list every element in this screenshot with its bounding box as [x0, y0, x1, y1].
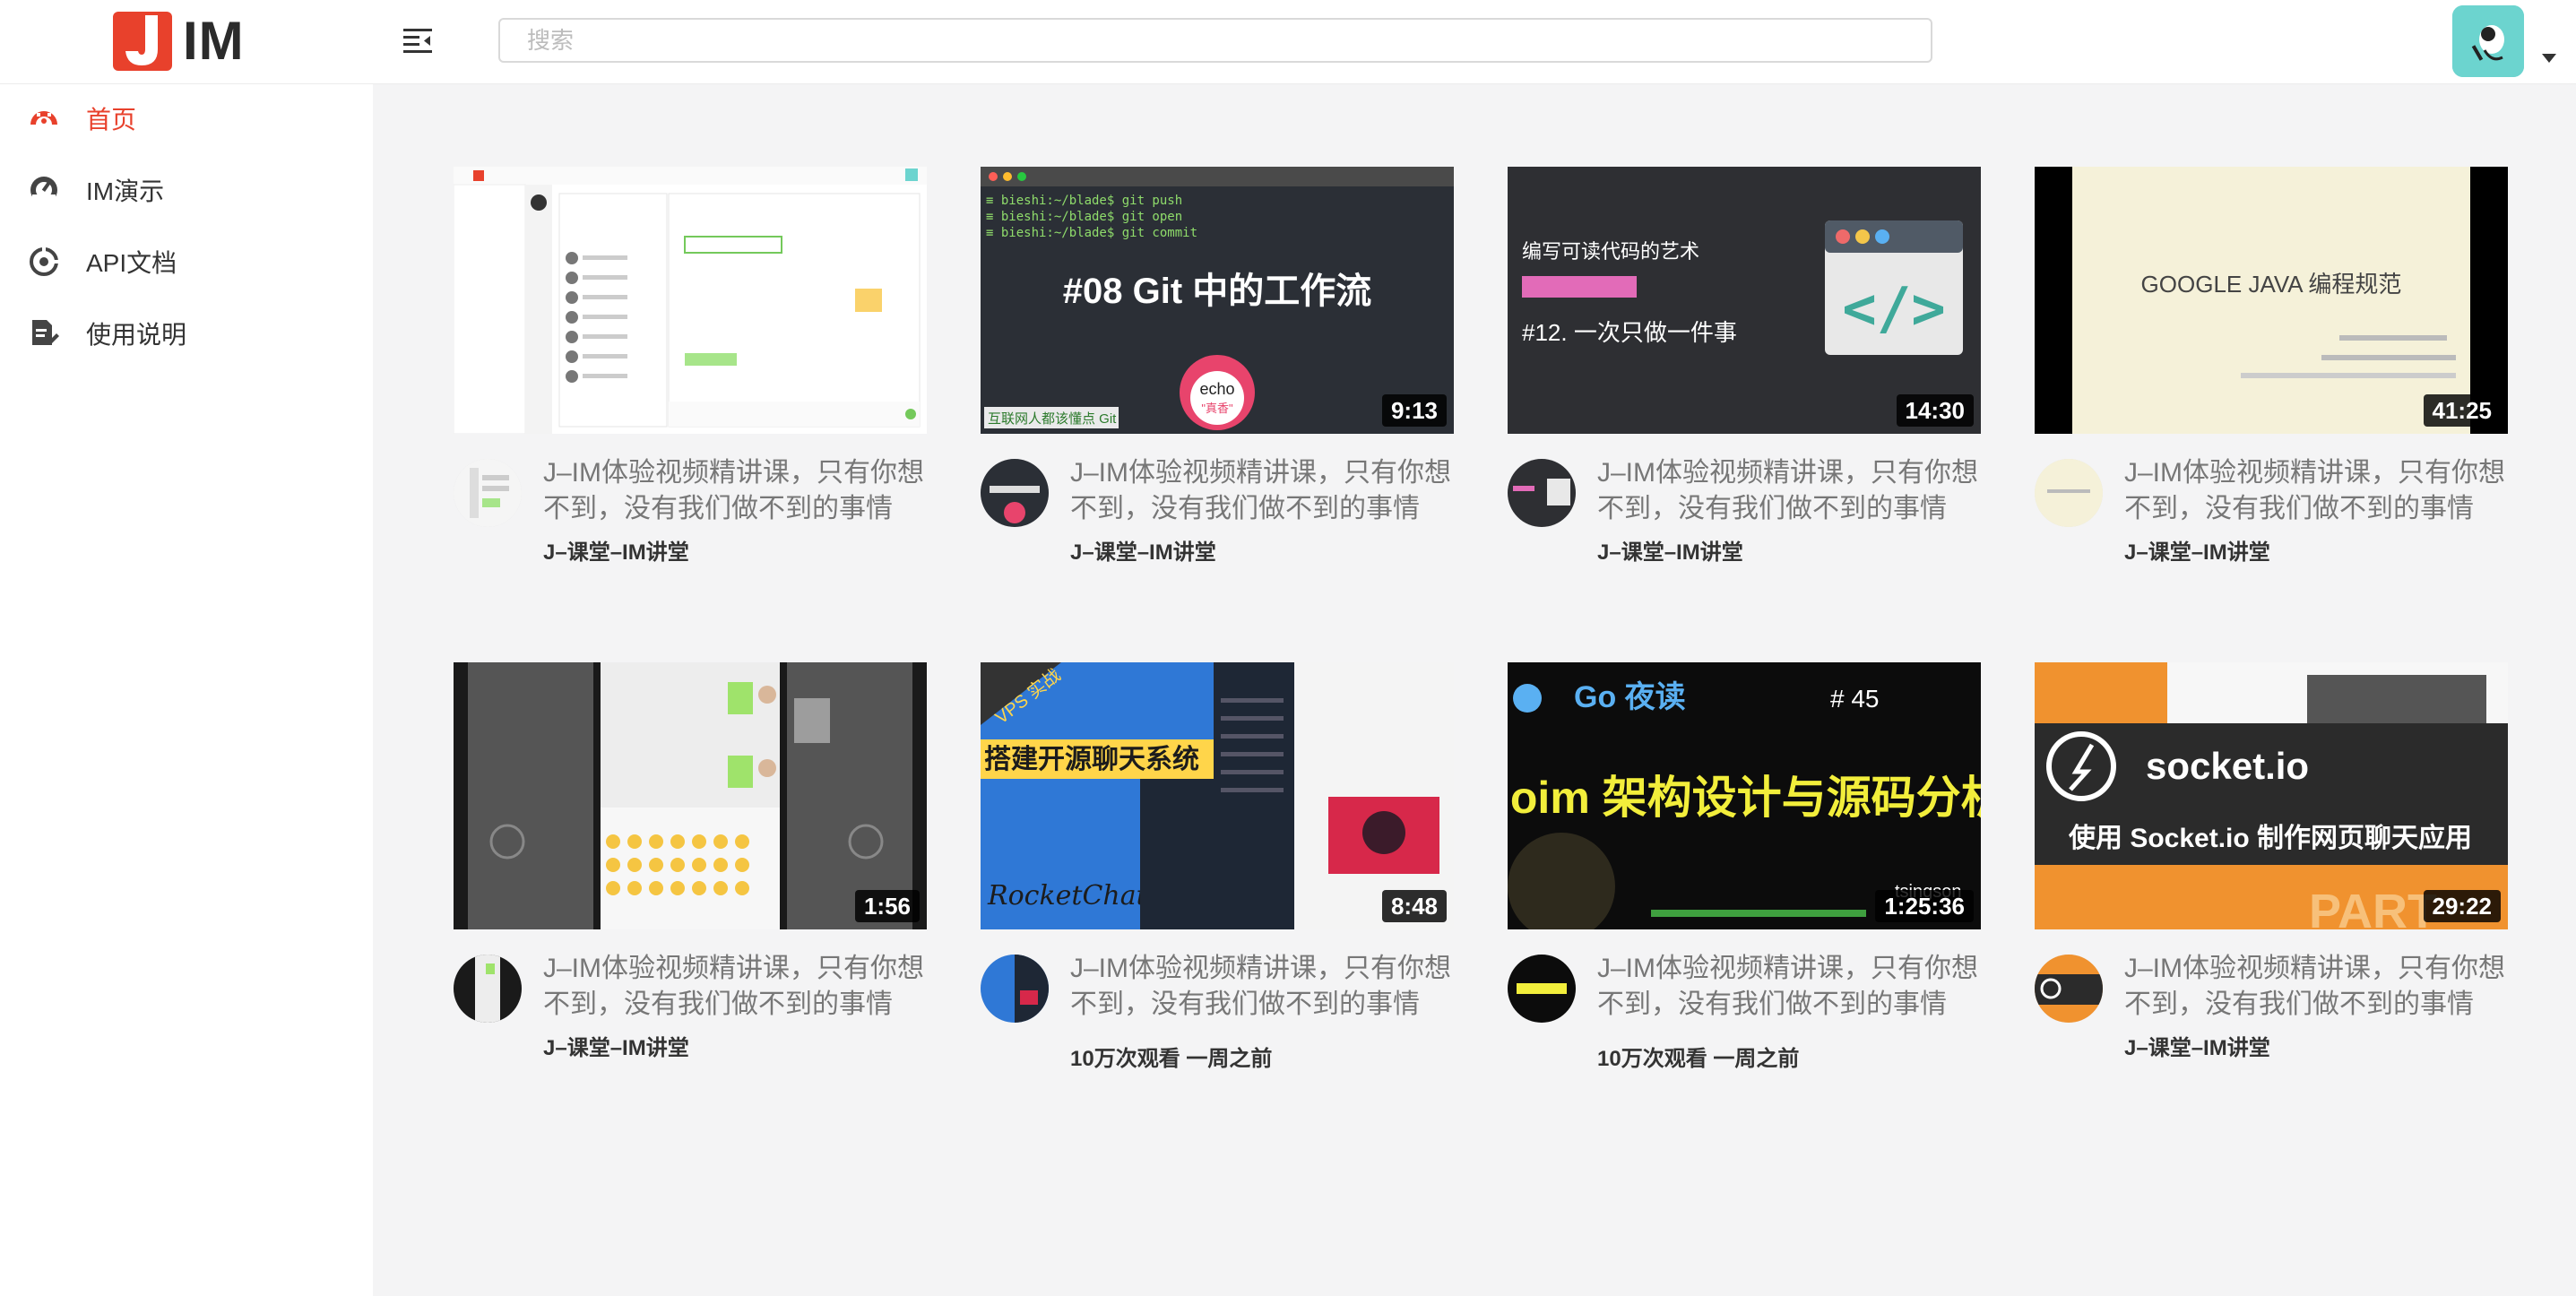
video-duration: 1:25:36	[1875, 890, 1974, 922]
logo-j-glyph	[125, 15, 158, 65]
thumb-title: goim 架构设计与源码分析	[1508, 773, 1981, 823]
sidebar-item-label: IM演示	[86, 177, 165, 205]
chevron-down-icon[interactable]	[2542, 54, 2556, 63]
thumb-terminal-line: ≡ bieshi:~/blade$ git push	[986, 194, 1182, 208]
video-meta: J–课堂–IM讲堂	[1597, 540, 1743, 565]
video-duration: 1:56	[854, 890, 920, 922]
video-title[interactable]: J–IM体验视频精讲课，只有你想不到，没有我们做不到的事情	[2124, 455, 2508, 527]
video-card[interactable]: VPS 实战 搭建开源聊天系统 RocketChat 8:48 J–IM体验视频…	[981, 662, 1454, 1075]
video-thumbnail[interactable]	[454, 167, 927, 434]
thumb-title: 使用 Socket.io 制作网页聊天应用	[2068, 823, 2472, 853]
video-grid: J–IM体验视频精讲课，只有你想不到，没有我们做不到的事情 J–课堂–IM讲堂 …	[373, 84, 2576, 1296]
sidebar-item-guide[interactable]: 使用说明	[0, 302, 373, 365]
video-card[interactable]: ≡ bieshi:~/blade$ git push ≡ bieshi:~/bl…	[981, 167, 1454, 579]
svg-text:</>: </>	[1842, 276, 1946, 342]
logo-text: IM	[183, 11, 245, 71]
search-input[interactable]	[498, 18, 1932, 63]
video-title[interactable]: J–IM体验视频精讲课，只有你想不到，没有我们做不到的事情	[543, 455, 927, 527]
thumb-subtitle: Go 夜读	[1574, 680, 1686, 714]
video-thumbnail[interactable]: 编写可读代码的艺术 #12. 一次只做一件事 </> 14:30	[1508, 167, 1981, 434]
video-meta: J–课堂–IM讲堂	[543, 540, 689, 565]
video-meta: J–课堂–IM讲堂	[543, 1036, 689, 1060]
sidebar-item-home[interactable]: 首页	[0, 87, 373, 150]
video-card[interactable]: 编写可读代码的艺术 #12. 一次只做一件事 </> 14:30 J–IM体验视…	[1508, 167, 1981, 579]
sidebar-item-api-docs[interactable]: API文档	[0, 230, 373, 293]
video-meta: J–课堂–IM讲堂	[2124, 540, 2270, 565]
document-edit-icon	[32, 320, 59, 345]
channel-avatar[interactable]	[2035, 459, 2103, 527]
sidebar-item-label: 首页	[86, 106, 137, 134]
video-card[interactable]: GOOGLE JAVA 编程规范 41:25 J–IM体验视频精讲课，只有你想不…	[2035, 167, 2508, 579]
channel-avatar[interactable]	[454, 955, 522, 1023]
gauge-icon	[30, 177, 57, 203]
channel-avatar[interactable]	[2035, 955, 2103, 1023]
video-meta: J–课堂–IM讲堂	[2124, 1036, 2270, 1060]
video-duration: 8:48	[1381, 890, 1447, 922]
app-logo[interactable]: IM	[113, 11, 245, 72]
thumb-episode: # 45	[1830, 685, 1880, 713]
thumb-subtitle: #12. 一次只做一件事	[1522, 319, 1737, 346]
video-card[interactable]: Go 夜读 # 45 goim 架构设计与源码分析 tsingson 1:25:…	[1508, 662, 1981, 1075]
video-meta: 10万次观看 一周之前	[1070, 1047, 1273, 1071]
video-card[interactable]: 1:56 J–IM体验视频精讲课，只有你想不到，没有我们做不到的事情 J–课堂–…	[454, 662, 927, 1075]
thumb-caption: RocketChat	[987, 880, 1148, 912]
sidebar-item-label: API文档	[86, 249, 177, 277]
video-title[interactable]: J–IM体验视频精讲课，只有你想不到，没有我们做不到的事情	[1597, 455, 1981, 527]
channel-avatar[interactable]	[1508, 955, 1576, 1023]
video-duration: 41:25	[2423, 394, 2501, 427]
video-thumbnail[interactable]: socket.io 使用 Socket.io 制作网页聊天应用 PART 29:…	[2035, 662, 2508, 929]
channel-avatar[interactable]	[1508, 459, 1576, 527]
thumb-title: GOOGLE JAVA 编程规范	[2141, 271, 2402, 298]
thumb-title: 搭建开源聊天系统	[984, 744, 1199, 774]
thumb-title: #08 Git 中的工作流	[1063, 272, 1372, 311]
thumb-badge-text: echo	[1199, 380, 1234, 398]
video-meta: 10万次观看 一周之前	[1597, 1047, 1800, 1071]
video-thumbnail[interactable]: ≡ bieshi:~/blade$ git push ≡ bieshi:~/bl…	[981, 167, 1454, 434]
compass-icon	[30, 247, 58, 276]
thumb-badge-text: "真香"	[1201, 402, 1233, 415]
video-thumbnail[interactable]: 1:56	[454, 662, 927, 929]
thumb-title: 编写可读代码的艺术	[1522, 240, 1699, 263]
logo-mark	[113, 12, 172, 71]
sidebar: 首页 IM演示 API文档 使用说明	[0, 84, 373, 1296]
sidebar-item-label: 使用说明	[86, 321, 187, 349]
video-title[interactable]: J–IM体验视频精讲课，只有你想不到，没有我们做不到的事情	[2124, 951, 2508, 1023]
thumb-caption: PART	[2309, 885, 2437, 929]
video-card[interactable]: J–IM体验视频精讲课，只有你想不到，没有我们做不到的事情 J–课堂–IM讲堂	[454, 167, 927, 579]
user-avatar[interactable]	[2452, 5, 2524, 77]
channel-avatar[interactable]	[454, 459, 522, 527]
channel-avatar[interactable]	[981, 459, 1049, 527]
video-title[interactable]: J–IM体验视频精讲课，只有你想不到，没有我们做不到的事情	[1070, 455, 1454, 527]
video-thumbnail[interactable]: GOOGLE JAVA 编程规范 41:25	[2035, 167, 2508, 434]
sidebar-item-im-demo[interactable]: IM演示	[0, 159, 373, 221]
video-thumbnail[interactable]: VPS 实战 搭建开源聊天系统 RocketChat 8:48	[981, 662, 1454, 929]
thumb-terminal-line: ≡ bieshi:~/blade$ git open	[986, 210, 1182, 224]
video-duration: 14:30	[1896, 394, 1974, 427]
menu-collapse-icon[interactable]	[400, 23, 436, 59]
video-title[interactable]: J–IM体验视频精讲课，只有你想不到，没有我们做不到的事情	[1597, 951, 1981, 1023]
video-duration: 9:13	[1381, 394, 1447, 427]
video-meta: J–课堂–IM讲堂	[1070, 540, 1216, 565]
dashboard-icon	[30, 111, 57, 125]
channel-avatar[interactable]	[981, 955, 1049, 1023]
video-card[interactable]: socket.io 使用 Socket.io 制作网页聊天应用 PART 29:…	[2035, 662, 2508, 1075]
video-title[interactable]: J–IM体验视频精讲课，只有你想不到，没有我们做不到的事情	[1070, 951, 1454, 1023]
thumb-terminal-line: ≡ bieshi:~/blade$ git commit	[986, 226, 1197, 240]
video-duration: 29:22	[2423, 890, 2501, 922]
thumb-subtitle: socket.io	[2146, 745, 2309, 787]
thumb-caption: 互联网人都该懂点 Git	[988, 411, 1117, 427]
top-header: IM	[0, 0, 2576, 84]
video-title[interactable]: J–IM体验视频精讲课，只有你想不到，没有我们做不到的事情	[543, 951, 927, 1023]
video-thumbnail[interactable]: Go 夜读 # 45 goim 架构设计与源码分析 tsingson 1:25:…	[1508, 662, 1981, 929]
